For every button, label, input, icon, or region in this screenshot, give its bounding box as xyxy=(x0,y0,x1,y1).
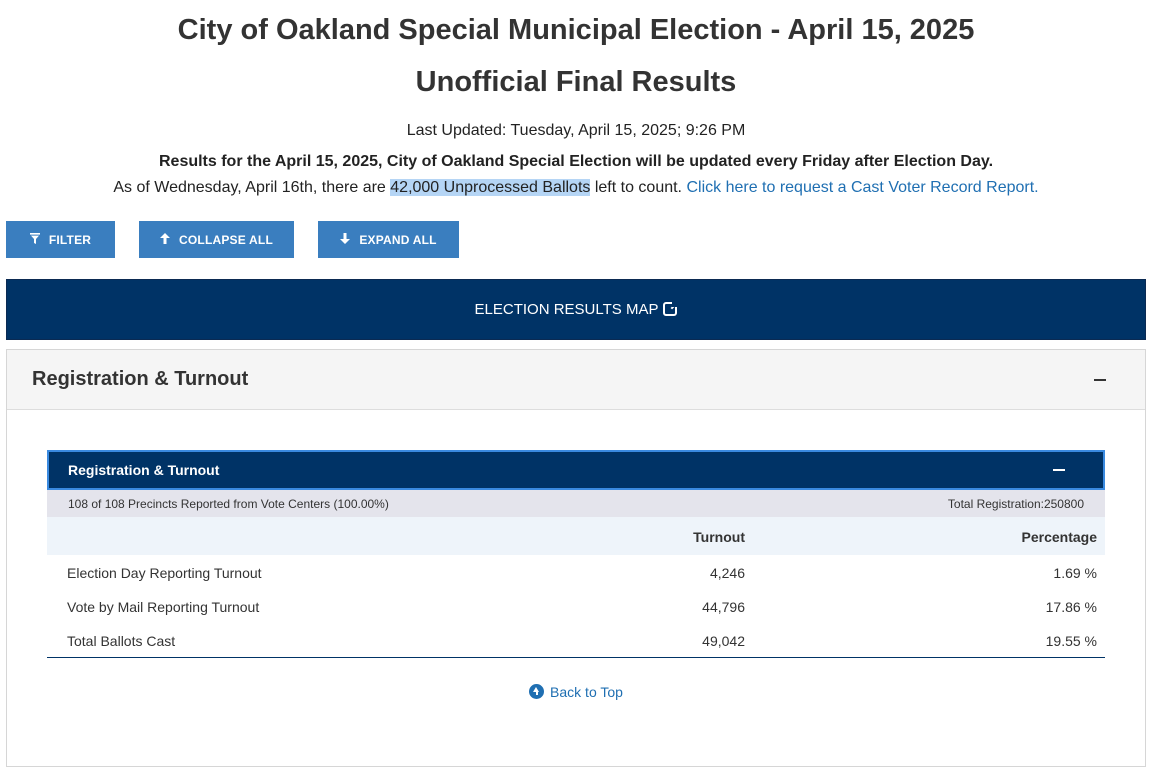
row-label: Election Day Reporting Turnout xyxy=(67,565,262,581)
page-subtitle: Unofficial Final Results xyxy=(415,66,737,98)
precinct-summary-row: 108 of 108 Precincts Reported from Vote … xyxy=(47,490,1105,517)
results-table-header[interactable]: Registration & Turnout xyxy=(47,450,1105,490)
results-table-title: Registration & Turnout xyxy=(68,462,220,478)
filter-button[interactable]: FILTER xyxy=(6,221,115,258)
page-title: City of Oakland Special Municipal Electi… xyxy=(177,14,975,46)
as-of-prefix: As of Wednesday, April 16th, there are xyxy=(113,179,391,196)
table-row: Total Ballots Cast 49,042 19.55 % xyxy=(47,623,1105,657)
unprocessed-ballots-note: As of Wednesday, April 16th, there are 4… xyxy=(0,179,1152,197)
unprocessed-ballots-count: 42,000 Unprocessed Ballots xyxy=(390,179,591,196)
as-of-suffix: left to count. xyxy=(590,179,687,196)
row-percentage: 1.69 % xyxy=(1053,565,1097,581)
filter-label: FILTER xyxy=(48,232,92,247)
row-turnout: 4,246 xyxy=(709,565,745,581)
expand-all-button[interactable]: EXPAND ALL xyxy=(318,221,459,258)
row-label: Total Ballots Cast xyxy=(67,633,176,649)
circle-arrow-up-icon xyxy=(529,684,545,699)
turnout-column-header: Turnout xyxy=(693,529,745,545)
row-label: Vote by Mail Reporting Turnout xyxy=(67,599,260,615)
expand-all-label: EXPAND ALL xyxy=(359,232,437,247)
collapse-all-button[interactable]: COLLAPSE ALL xyxy=(139,221,294,258)
registration-turnout-panel: Registration & Turnout Registration & Tu… xyxy=(6,349,1146,767)
results-table-card: Registration & Turnout 108 of 108 Precin… xyxy=(47,450,1105,658)
precincts-reported: 108 of 108 Precincts Reported from Vote … xyxy=(68,496,389,511)
row-percentage: 17.86 % xyxy=(1045,599,1097,615)
arrow-down-icon xyxy=(340,232,351,247)
collapse-all-label: COLLAPSE ALL xyxy=(179,232,273,247)
arrow-up-icon xyxy=(160,232,171,247)
table-divider xyxy=(47,657,1105,658)
back-to-top-label: Back to Top xyxy=(550,684,623,700)
table-row: Election Day Reporting Turnout 4,246 1.6… xyxy=(47,555,1105,589)
total-registration: Total Registration:250800 xyxy=(947,496,1084,511)
panel-title: Registration & Turnout xyxy=(32,368,249,390)
last-updated: Last Updated: Tuesday, April 15, 2025; 9… xyxy=(406,122,746,139)
update-schedule-note: Results for the April 15, 2025, City of … xyxy=(158,153,994,170)
table-row: Vote by Mail Reporting Turnout 44,796 17… xyxy=(47,589,1105,623)
row-turnout: 44,796 xyxy=(702,599,745,615)
panel-header[interactable]: Registration & Turnout xyxy=(7,350,1145,410)
filter-icon xyxy=(29,232,40,247)
collapse-minus-icon[interactable] xyxy=(1053,469,1065,471)
row-percentage: 19.55 % xyxy=(1045,633,1097,649)
map-link-label: ELECTION RESULTS MAP xyxy=(474,301,659,318)
cvr-request-link[interactable]: Click here to request a Cast Voter Recor… xyxy=(686,179,1038,196)
table-column-headers: Turnout Percentage xyxy=(47,517,1105,555)
external-link-icon xyxy=(663,300,679,316)
row-turnout: 49,042 xyxy=(702,633,745,649)
election-results-map-link[interactable]: ELECTION RESULTS MAP xyxy=(6,279,1146,340)
percentage-column-header: Percentage xyxy=(1021,529,1097,545)
back-to-top-link[interactable]: Back to Top xyxy=(7,684,1145,700)
collapse-minus-icon[interactable] xyxy=(1094,378,1106,381)
